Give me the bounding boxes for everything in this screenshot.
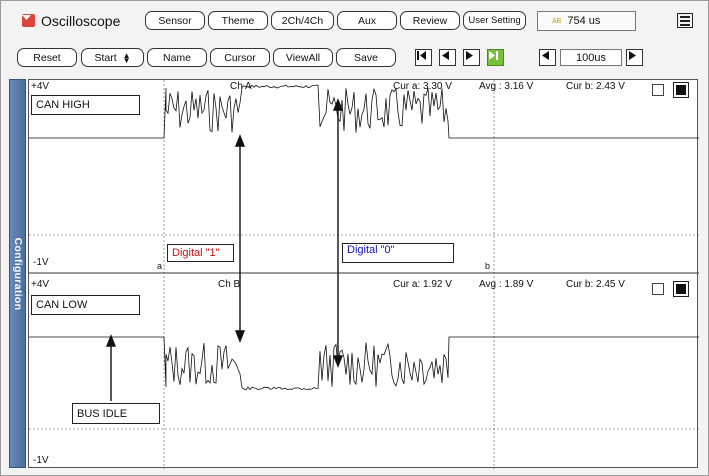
user-setting-button[interactable]: User Setting	[463, 11, 526, 30]
ch-b-toggle[interactable]	[673, 281, 689, 297]
ch-b-scale-bottom: -1V	[33, 455, 49, 466]
ch-a-tag: CAN HIGH	[31, 95, 140, 115]
start-dropdown[interactable]: Start ▲ ▼	[81, 48, 144, 67]
ch-b-average-value: Avg : 1.89 V	[479, 279, 534, 290]
ch-a-average-value: Avg : 3.16 V	[479, 81, 534, 92]
ch-b-cursor-b-value: Cur b: 2.45 V	[566, 279, 625, 290]
ch-a-cursor-a-value: Cur a: 3.30 V	[393, 81, 452, 92]
theme-button[interactable]: Theme	[208, 11, 268, 30]
ch-a-name: Ch A	[230, 81, 252, 92]
menu-icon[interactable]	[677, 13, 693, 28]
ch-b-checkbox[interactable]	[652, 283, 664, 295]
ch-b-tag: CAN LOW	[31, 295, 140, 315]
time-ab-icon: AB	[552, 17, 562, 25]
timebase-down-icon[interactable]	[539, 49, 556, 66]
save-button[interactable]: Save	[336, 48, 396, 67]
app-menu-icon[interactable]	[22, 14, 35, 27]
viewall-button[interactable]: ViewAll	[273, 48, 333, 67]
cursor-b-marker[interactable]: b	[485, 261, 490, 271]
configuration-tab[interactable]: Configuration	[9, 79, 26, 468]
bus-idle-annotation: BUS IDLE	[72, 403, 160, 424]
ch-a-toggle[interactable]	[673, 82, 689, 98]
ch-b-scale-top: +4V	[31, 279, 50, 290]
digital-1-annotation: Digital "1"	[167, 244, 234, 262]
ch-b-cursor-a-value: Cur a: 1.92 V	[393, 279, 452, 290]
cursor-a-marker[interactable]: a	[157, 261, 162, 271]
ch-a-scale-top: +4V	[31, 81, 50, 92]
configuration-label: Configuration	[11, 237, 24, 310]
last-frame-icon[interactable]	[487, 49, 504, 66]
ch-a-scale-bottom: -1V	[33, 257, 49, 268]
ch-a-cursor-b-value: Cur b: 2.43 V	[566, 81, 625, 92]
cursor-button[interactable]: Cursor	[210, 48, 270, 67]
time-readout: AB 754 us	[537, 11, 636, 31]
ch-a-checkbox[interactable]	[652, 84, 664, 96]
reset-button[interactable]: Reset	[17, 48, 77, 67]
review-button[interactable]: Review	[400, 11, 460, 30]
digital-0-annotation: Digital "0"	[342, 243, 454, 263]
sensor-button[interactable]: Sensor	[145, 11, 205, 30]
channel-mode-button[interactable]: 2Ch/4Ch	[271, 11, 334, 30]
ch-b-name: Ch B	[218, 279, 241, 290]
app-title: Oscilloscope	[41, 13, 121, 29]
aux-button[interactable]: Aux	[337, 11, 397, 30]
next-frame-icon[interactable]	[463, 49, 480, 66]
timebase-up-icon[interactable]	[626, 49, 643, 66]
spinner-icon: ▲ ▼	[122, 50, 131, 65]
name-button[interactable]: Name	[147, 48, 207, 67]
start-label: Start	[94, 51, 117, 64]
time-value: 754 us	[567, 15, 601, 27]
first-frame-icon[interactable]	[415, 49, 432, 66]
prev-frame-icon[interactable]	[439, 49, 456, 66]
timebase-value: 100us	[560, 49, 622, 66]
